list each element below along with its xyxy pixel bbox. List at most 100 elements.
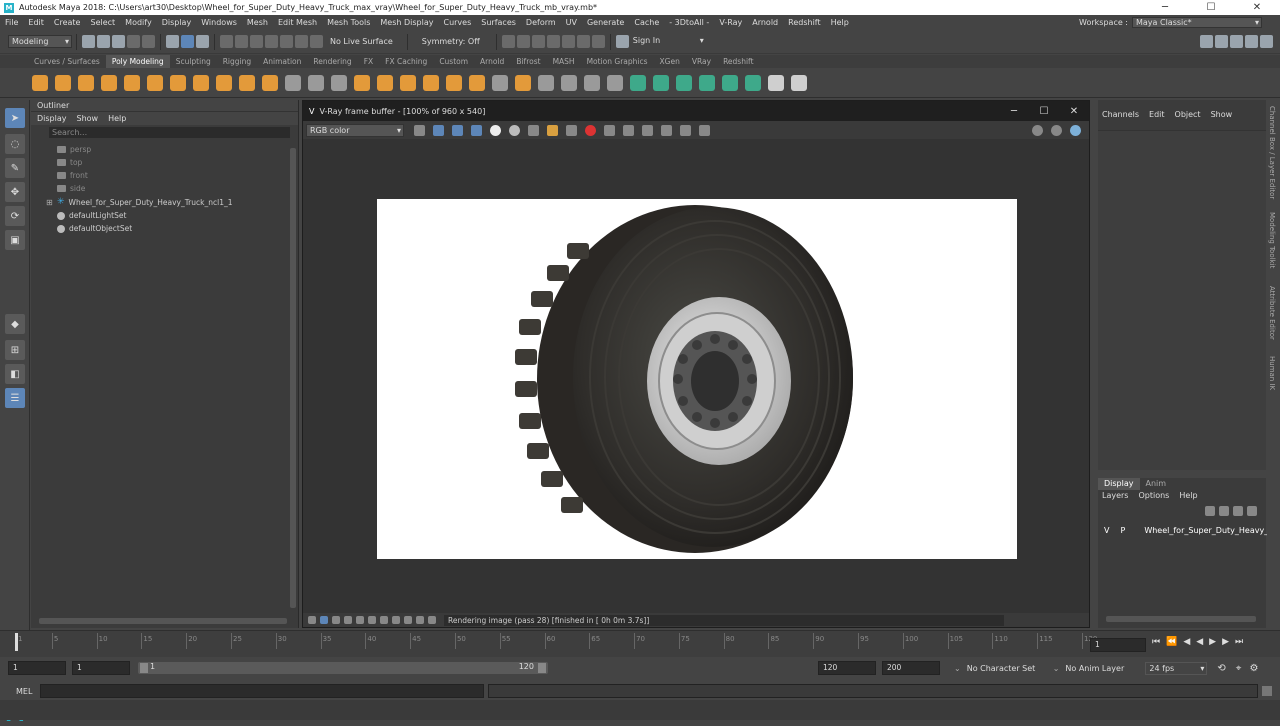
shelf-tab-bifrost[interactable]: Bifrost — [510, 55, 546, 68]
menu-vray[interactable]: V-Ray — [714, 18, 747, 27]
uv-sew-icon[interactable] — [790, 74, 807, 91]
side-tab-human-ik[interactable]: Human IK — [1268, 356, 1276, 390]
link-icon[interactable] — [661, 124, 672, 136]
hypershade-icon[interactable] — [561, 35, 575, 48]
rotate-icon[interactable] — [310, 35, 323, 48]
menu-deform[interactable]: Deform — [521, 18, 561, 27]
current-time-marker[interactable] — [15, 633, 18, 651]
select-tool-icon[interactable]: ➤ — [5, 108, 25, 128]
layer-row[interactable]: V P Wheel_for_Super_Duty_Heavy_ — [1098, 524, 1268, 537]
menu-mesh-display[interactable]: Mesh Display — [375, 18, 438, 27]
maximize-button[interactable]: ☐ — [1188, 2, 1234, 13]
minimize-button[interactable]: ─ — [1142, 2, 1188, 13]
multi-cut-icon[interactable] — [537, 74, 554, 91]
snap-curve-icon[interactable] — [235, 35, 248, 48]
vfb-close-button[interactable]: ✕ — [1059, 106, 1089, 117]
command-input[interactable] — [40, 684, 484, 698]
channel-menu-edit[interactable]: Edit — [1149, 110, 1165, 120]
red-channel-icon[interactable] — [433, 124, 444, 136]
status-tool-icon-4[interactable] — [344, 616, 352, 624]
poly-cone-icon[interactable] — [100, 74, 117, 91]
anim-prefs-icon[interactable]: ⚙ — [1249, 663, 1258, 674]
lasso-tool-icon[interactable]: ◌ — [5, 134, 25, 154]
play-forward-icon[interactable]: ▶ — [1209, 637, 1216, 647]
open-scene-icon[interactable] — [97, 35, 110, 48]
menu-select[interactable]: Select — [85, 18, 120, 27]
status-tool-icon-7[interactable] — [380, 616, 388, 624]
render-last-icon[interactable] — [642, 124, 653, 136]
side-tab-attribute-editor[interactable]: Attribute Editor — [1268, 286, 1276, 340]
extrude-icon[interactable] — [399, 74, 416, 91]
menu-display[interactable]: Display — [157, 18, 197, 27]
layer-tab-display[interactable]: Display — [1098, 478, 1140, 490]
status-tool-icon-11[interactable] — [428, 616, 436, 624]
animation-end-field[interactable]: 200 — [882, 661, 940, 675]
vfb-minimize-button[interactable]: ─ — [999, 106, 1029, 117]
outliner-menu-display[interactable]: Display — [37, 112, 67, 125]
shelf-tab-curves-surfaces[interactable]: Curves / Surfaces — [28, 55, 106, 68]
render-view-icon[interactable] — [501, 35, 515, 48]
menu-edit-mesh[interactable]: Edit Mesh — [273, 18, 322, 27]
symmetry-label[interactable]: Symmetry: Off — [422, 37, 492, 46]
menu-mesh[interactable]: Mesh — [242, 18, 273, 27]
green-channel-icon[interactable] — [452, 124, 463, 136]
current-frame-field[interactable]: 1 — [1090, 638, 1146, 652]
render-icon[interactable] — [516, 35, 530, 48]
shelf-tab-poly-modeling[interactable]: Poly Modeling — [105, 55, 170, 68]
render-settings-icon[interactable] — [546, 35, 560, 48]
two-view-icon[interactable]: ◧ — [5, 364, 25, 384]
shelf-tab-redshift[interactable]: Redshift — [717, 55, 759, 68]
uv-auto-icon[interactable] — [652, 74, 669, 91]
info-icon[interactable] — [1070, 124, 1081, 136]
bevel-icon[interactable] — [445, 74, 462, 91]
layer-menu-layers[interactable]: Layers — [1102, 490, 1128, 502]
menu-modify[interactable]: Modify — [120, 18, 157, 27]
shelf-tab-motion-graphics[interactable]: Motion Graphics — [581, 55, 654, 68]
menu-cache[interactable]: Cache — [629, 18, 664, 27]
status-tool-icon-2[interactable] — [320, 616, 328, 624]
alpha-channel-icon[interactable] — [490, 124, 501, 136]
outliner-menu-show[interactable]: Show — [77, 112, 99, 125]
script-editor-icon[interactable] — [1262, 686, 1272, 696]
channel-dropdown[interactable]: RGB color — [306, 123, 404, 137]
status-tool-icon-10[interactable] — [416, 616, 424, 624]
step-back-key-icon[interactable]: ⏪ — [1166, 637, 1177, 647]
attribute-editor-icon[interactable] — [1215, 35, 1228, 48]
go-to-end-icon[interactable]: ⏭ — [1235, 637, 1243, 647]
ipr-render-icon[interactable] — [531, 35, 545, 48]
shelf-tab-xgen[interactable]: XGen — [654, 55, 686, 68]
menu-edit[interactable]: Edit — [23, 18, 49, 27]
channel-menu-show[interactable]: Show — [1211, 110, 1233, 120]
super-shape-icon[interactable] — [215, 74, 232, 91]
single-view-icon[interactable]: ◆ — [5, 314, 25, 334]
status-tool-icon-1[interactable] — [308, 616, 316, 624]
menu-mesh-tools[interactable]: Mesh Tools — [322, 18, 375, 27]
select-hierarchy-icon[interactable] — [166, 35, 179, 48]
outliner-item-default-light-set[interactable]: defaultLightSet — [57, 209, 126, 222]
live-surface-label[interactable]: No Live Surface — [330, 37, 393, 46]
shelf-tab-sculpting[interactable]: Sculpting — [170, 55, 217, 68]
uv-unfold-icon[interactable] — [721, 74, 738, 91]
move-tool-icon[interactable]: ✥ — [5, 182, 25, 202]
vfb-maximize-button[interactable]: ☐ — [1029, 106, 1059, 117]
snap-surface-icon[interactable] — [280, 35, 293, 48]
range-start-handle[interactable] — [140, 663, 148, 673]
play-backward-icon[interactable]: ◀ — [1196, 637, 1203, 647]
move-layer-down-icon[interactable] — [1219, 506, 1229, 516]
track-mouse-icon[interactable] — [604, 124, 615, 136]
history-icon[interactable] — [680, 124, 691, 136]
outliner-item-side[interactable]: side — [57, 182, 85, 195]
save-scene-icon[interactable] — [112, 35, 125, 48]
merge-icon[interactable] — [514, 74, 531, 91]
side-tab-modeling-toolkit[interactable]: Modeling Toolkit — [1268, 212, 1276, 268]
menu-redshift[interactable]: Redshift — [783, 18, 825, 27]
combine-icon[interactable] — [284, 74, 301, 91]
step-forward-frame-icon[interactable]: ▶︎ — [1222, 637, 1229, 647]
outliner-menu-help[interactable]: Help — [108, 112, 126, 125]
sign-in-dropdown[interactable]: Sign In — [629, 35, 706, 48]
scale-tool-icon[interactable]: ▣ — [5, 230, 25, 250]
undo-icon[interactable] — [127, 35, 140, 48]
new-scene-icon[interactable] — [82, 35, 95, 48]
poly-sphere-icon[interactable] — [31, 74, 48, 91]
playback-start-field[interactable]: 1 — [72, 661, 130, 675]
